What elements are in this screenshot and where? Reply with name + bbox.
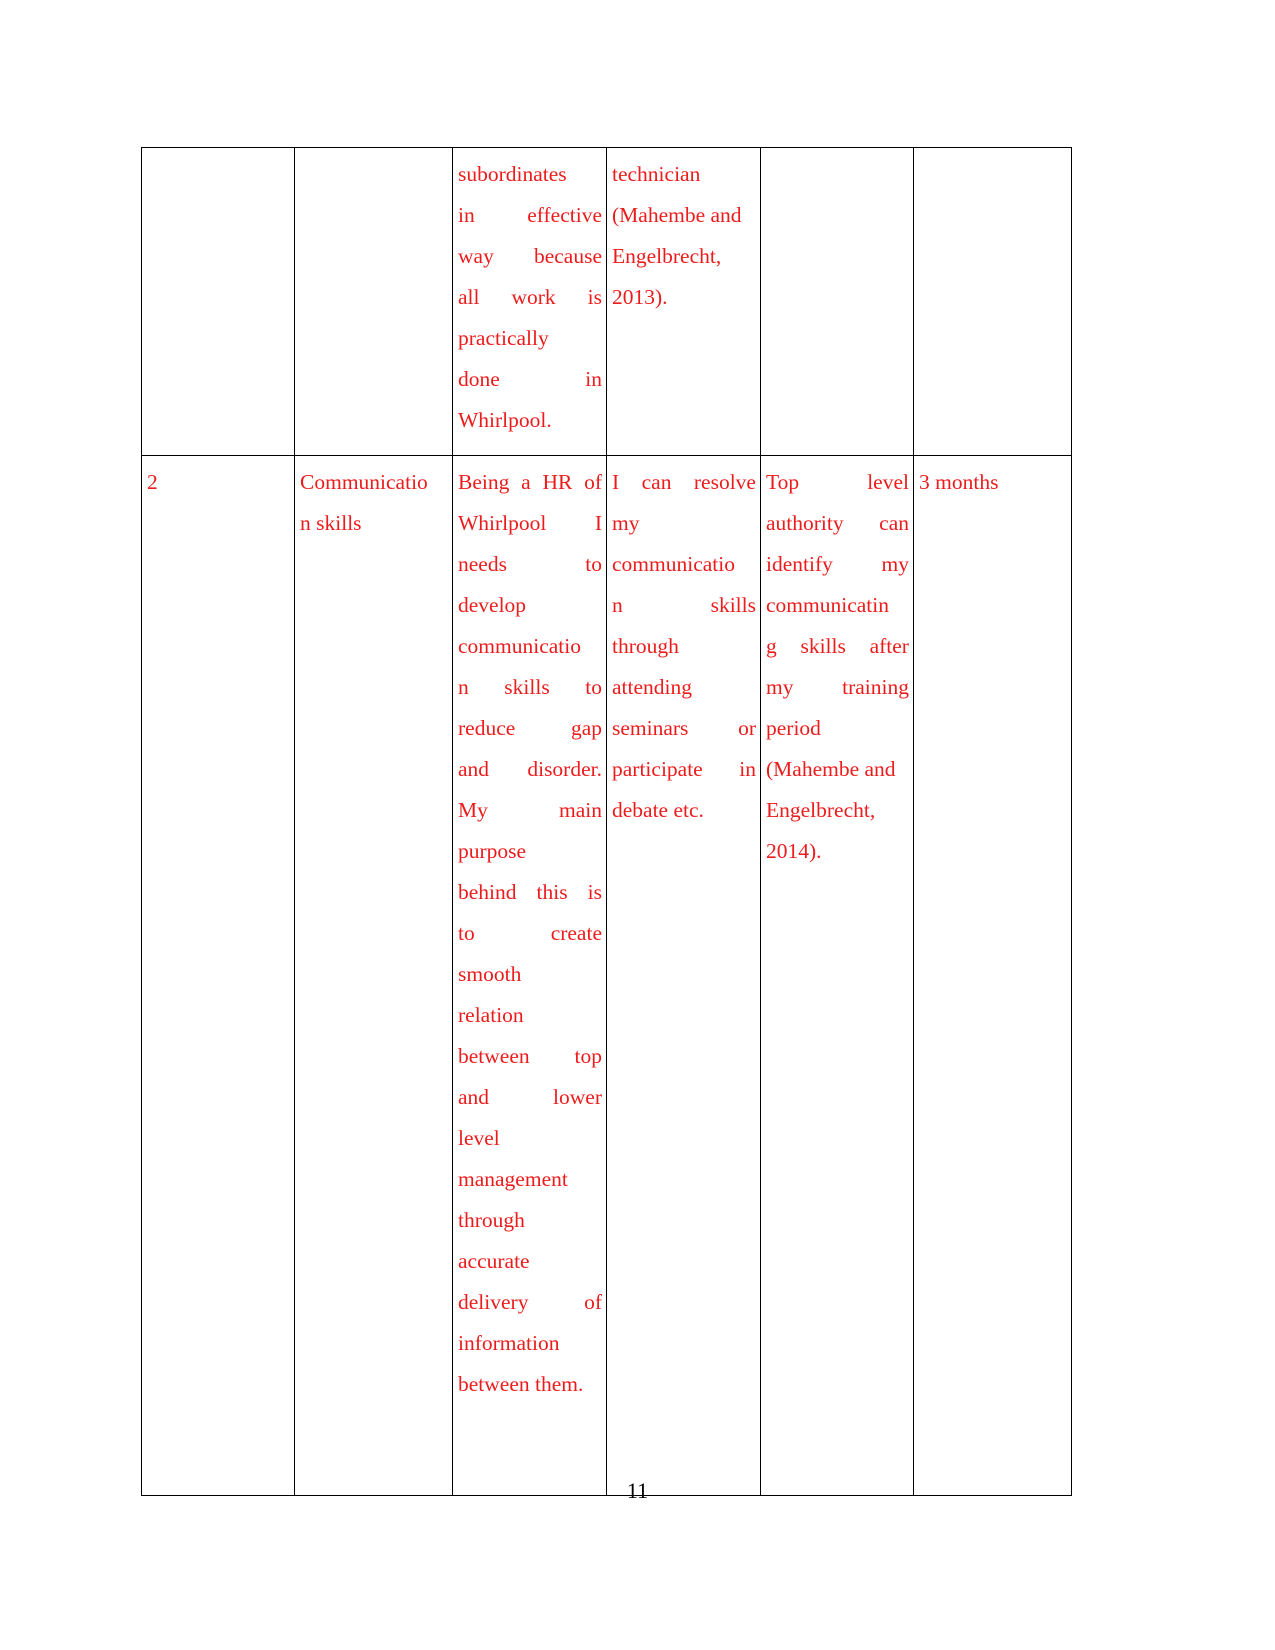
- cell-row2-timeframe: 3 months: [913, 455, 1072, 1496]
- cell-text: 3 months: [919, 470, 999, 494]
- cell-row2-judging-criteria: Top level authority can identify my communicat…: [760, 455, 914, 1496]
- cell-row1-skill: [294, 147, 453, 456]
- cell-text: 2: [147, 470, 158, 494]
- justified-text-block: Ican resolve my communicatio n skills through a…: [612, 470, 756, 822]
- justified-text-block: Top level authority can identify my communicat…: [766, 470, 909, 863]
- justified-text-block: Communicatio n skills: [300, 470, 428, 535]
- cell-row1-timeframe: [913, 147, 1072, 456]
- document-page: subordinates in effective way because all work…: [0, 0, 1275, 1650]
- page-number: 11: [626, 1478, 649, 1503]
- table-row: 2 Communicatio n skills Being a HR of Whirlpo…: [141, 455, 1072, 1496]
- cell-row2-activity: Ican resolve my communicatio n skills through a…: [606, 455, 761, 1496]
- justified-text-block: technician (Mahembe and Engelbrecht, 2013).: [612, 162, 742, 309]
- justified-text-block: subordinates in effective way because all work…: [458, 162, 602, 432]
- cell-row2-development-need: Being a HR of Whirlpool Ineeds to develop commun…: [452, 455, 607, 1496]
- cell-row2-serial: 2: [141, 455, 295, 1496]
- justified-text-block: Being a HR of Whirlpool Ineeds to develop commun…: [458, 470, 602, 1396]
- cell-row1-activity: technician (Mahembe and Engelbrecht, 2013).: [606, 147, 761, 456]
- cell-row1-development-need: subordinates in effective way because all work…: [452, 147, 607, 456]
- cell-row2-skill: Communicatio n skills: [294, 455, 453, 1496]
- development-plan-table: subordinates in effective way because all work…: [141, 147, 1072, 1496]
- table-row: subordinates in effective way because all work…: [141, 147, 1072, 456]
- cell-row1-judging-criteria: [760, 147, 914, 456]
- cell-row1-serial: [141, 147, 295, 456]
